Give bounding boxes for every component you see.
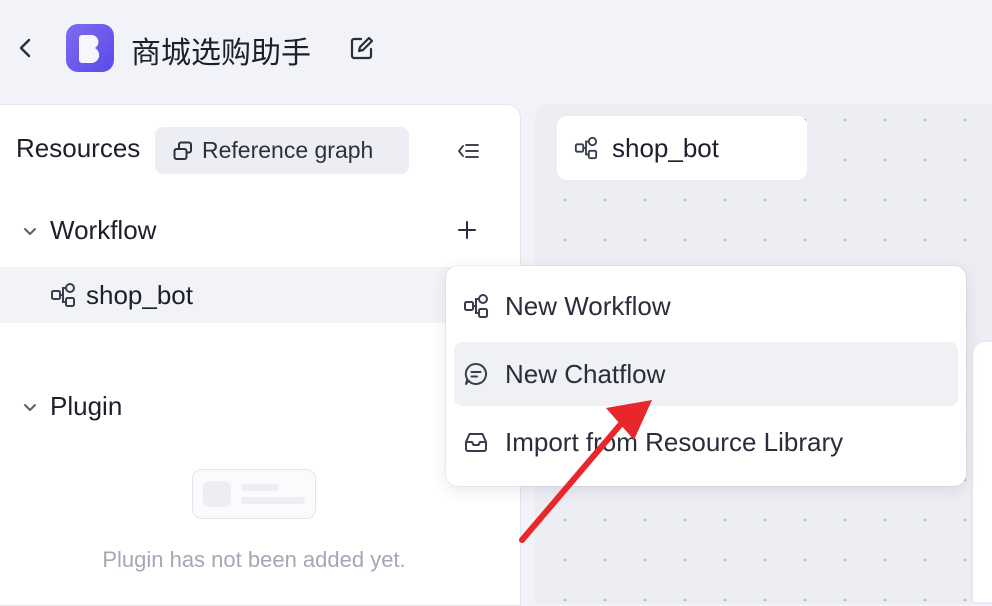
workflow-icon xyxy=(574,136,598,160)
empty-state-illustration xyxy=(192,469,316,519)
reference-graph-button[interactable]: Reference graph xyxy=(155,127,409,174)
menu-item-new-chatflow[interactable]: New Chatflow xyxy=(454,342,958,406)
menu-item-new-workflow[interactable]: New Workflow xyxy=(454,274,958,338)
workflow-icon xyxy=(51,283,75,307)
app-logo xyxy=(66,24,114,72)
chat-icon xyxy=(464,362,487,385)
menu-item-import-from-library[interactable]: Import from Resource Library xyxy=(454,410,958,474)
menu-item-label: New Workflow xyxy=(505,290,671,321)
side-panel-edge xyxy=(973,342,992,602)
sidebar-item-label: shop_bot xyxy=(86,279,193,310)
chevron-down-icon xyxy=(24,403,36,411)
app-logo-icon xyxy=(79,35,100,63)
menu-item-label: New Chatflow xyxy=(505,358,666,389)
resources-sidebar: Resources Reference graph Workflow shop_… xyxy=(0,104,521,606)
sidebar-item-shop-bot[interactable]: shop_bot xyxy=(0,267,520,323)
reference-graph-icon xyxy=(173,141,192,160)
menu-item-label: Import from Resource Library xyxy=(505,426,844,457)
back-arrow-icon[interactable] xyxy=(14,36,36,60)
workflow-section-header[interactable]: Workflow xyxy=(22,215,156,246)
workflow-icon xyxy=(464,294,488,318)
tab-shop-bot[interactable]: shop_bot xyxy=(557,116,807,180)
inbox-icon xyxy=(465,433,487,452)
collapse-sidebar-icon[interactable] xyxy=(456,139,480,163)
workflow-section-label: Workflow xyxy=(50,215,157,245)
add-workflow-icon[interactable] xyxy=(456,219,478,241)
add-resource-menu: New Workflow New Chatflow Import from Re… xyxy=(446,266,966,486)
plugin-section-header[interactable]: Plugin xyxy=(22,391,122,422)
reference-graph-label: Reference graph xyxy=(202,137,374,163)
top-bar: 商城选购助手 xyxy=(0,0,992,100)
plugin-section-label: Plugin xyxy=(50,391,123,421)
resources-title: Resources xyxy=(16,133,141,163)
tab-label: shop_bot xyxy=(612,132,719,163)
chevron-down-icon xyxy=(24,227,36,235)
edit-icon[interactable] xyxy=(348,34,376,62)
plugin-empty-text: Plugin has not been added yet. xyxy=(102,547,406,572)
app-title: 商城选购助手 xyxy=(131,37,311,70)
